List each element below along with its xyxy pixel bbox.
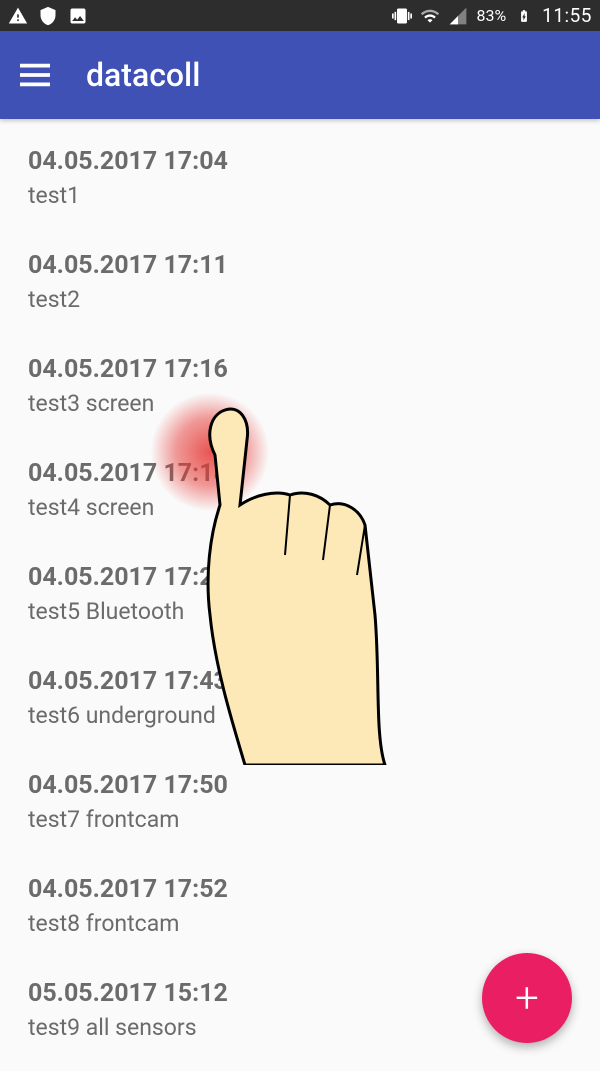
item-timestamp: 04.05.2017 17:18 <box>28 459 572 488</box>
record-list[interactable]: 04.05.2017 17:04 test1 04.05.2017 17:11 … <box>0 119 600 1041</box>
warning-icon <box>8 6 28 26</box>
app-bar: datacoll <box>0 31 600 119</box>
add-button[interactable]: + <box>482 953 572 1043</box>
list-item[interactable]: 04.05.2017 17:16 test3 screen <box>28 355 572 417</box>
item-timestamp: 04.05.2017 17:50 <box>28 771 572 800</box>
signal-icon <box>448 6 468 26</box>
shield-icon <box>38 6 58 26</box>
list-item[interactable]: 04.05.2017 17:50 test7 frontcam <box>28 771 572 833</box>
item-label: test6 underground <box>28 702 572 729</box>
item-timestamp: 04.05.2017 17:52 <box>28 875 572 904</box>
item-label: test1 <box>28 182 572 209</box>
app-title: datacoll <box>86 56 200 94</box>
item-timestamp: 04.05.2017 17:21 <box>28 563 572 592</box>
list-item[interactable]: 04.05.2017 17:11 test2 <box>28 251 572 313</box>
item-timestamp: 04.05.2017 17:04 <box>28 147 572 176</box>
item-timestamp: 04.05.2017 17:11 <box>28 251 572 280</box>
list-item[interactable]: 04.05.2017 17:04 test1 <box>28 147 572 209</box>
item-label: test5 Bluetooth <box>28 598 572 625</box>
menu-icon[interactable] <box>20 63 50 87</box>
item-timestamp: 04.05.2017 17:43 <box>28 667 572 696</box>
vibrate-icon <box>392 6 412 26</box>
item-label: test4 screen <box>28 494 572 521</box>
item-label: test8 frontcam <box>28 910 572 937</box>
item-label: test7 frontcam <box>28 806 572 833</box>
status-right: 83% 11:55 <box>392 4 592 27</box>
status-bar: 83% 11:55 <box>0 0 600 31</box>
plus-icon: + <box>515 974 539 1023</box>
list-item[interactable]: 04.05.2017 17:52 test8 frontcam <box>28 875 572 937</box>
image-icon <box>68 6 88 26</box>
battery-percent: 83% <box>476 6 506 25</box>
status-time: 11:55 <box>542 4 592 27</box>
list-item[interactable]: 04.05.2017 17:43 test6 underground <box>28 667 572 729</box>
item-label: test3 screen <box>28 390 572 417</box>
status-left <box>8 6 88 26</box>
list-item[interactable]: 04.05.2017 17:18 test4 screen <box>28 459 572 521</box>
wifi-icon <box>420 6 440 26</box>
battery-charging-icon <box>514 6 534 26</box>
list-item[interactable]: 04.05.2017 17:21 test5 Bluetooth <box>28 563 572 625</box>
item-timestamp: 04.05.2017 17:16 <box>28 355 572 384</box>
item-label: test2 <box>28 286 572 313</box>
